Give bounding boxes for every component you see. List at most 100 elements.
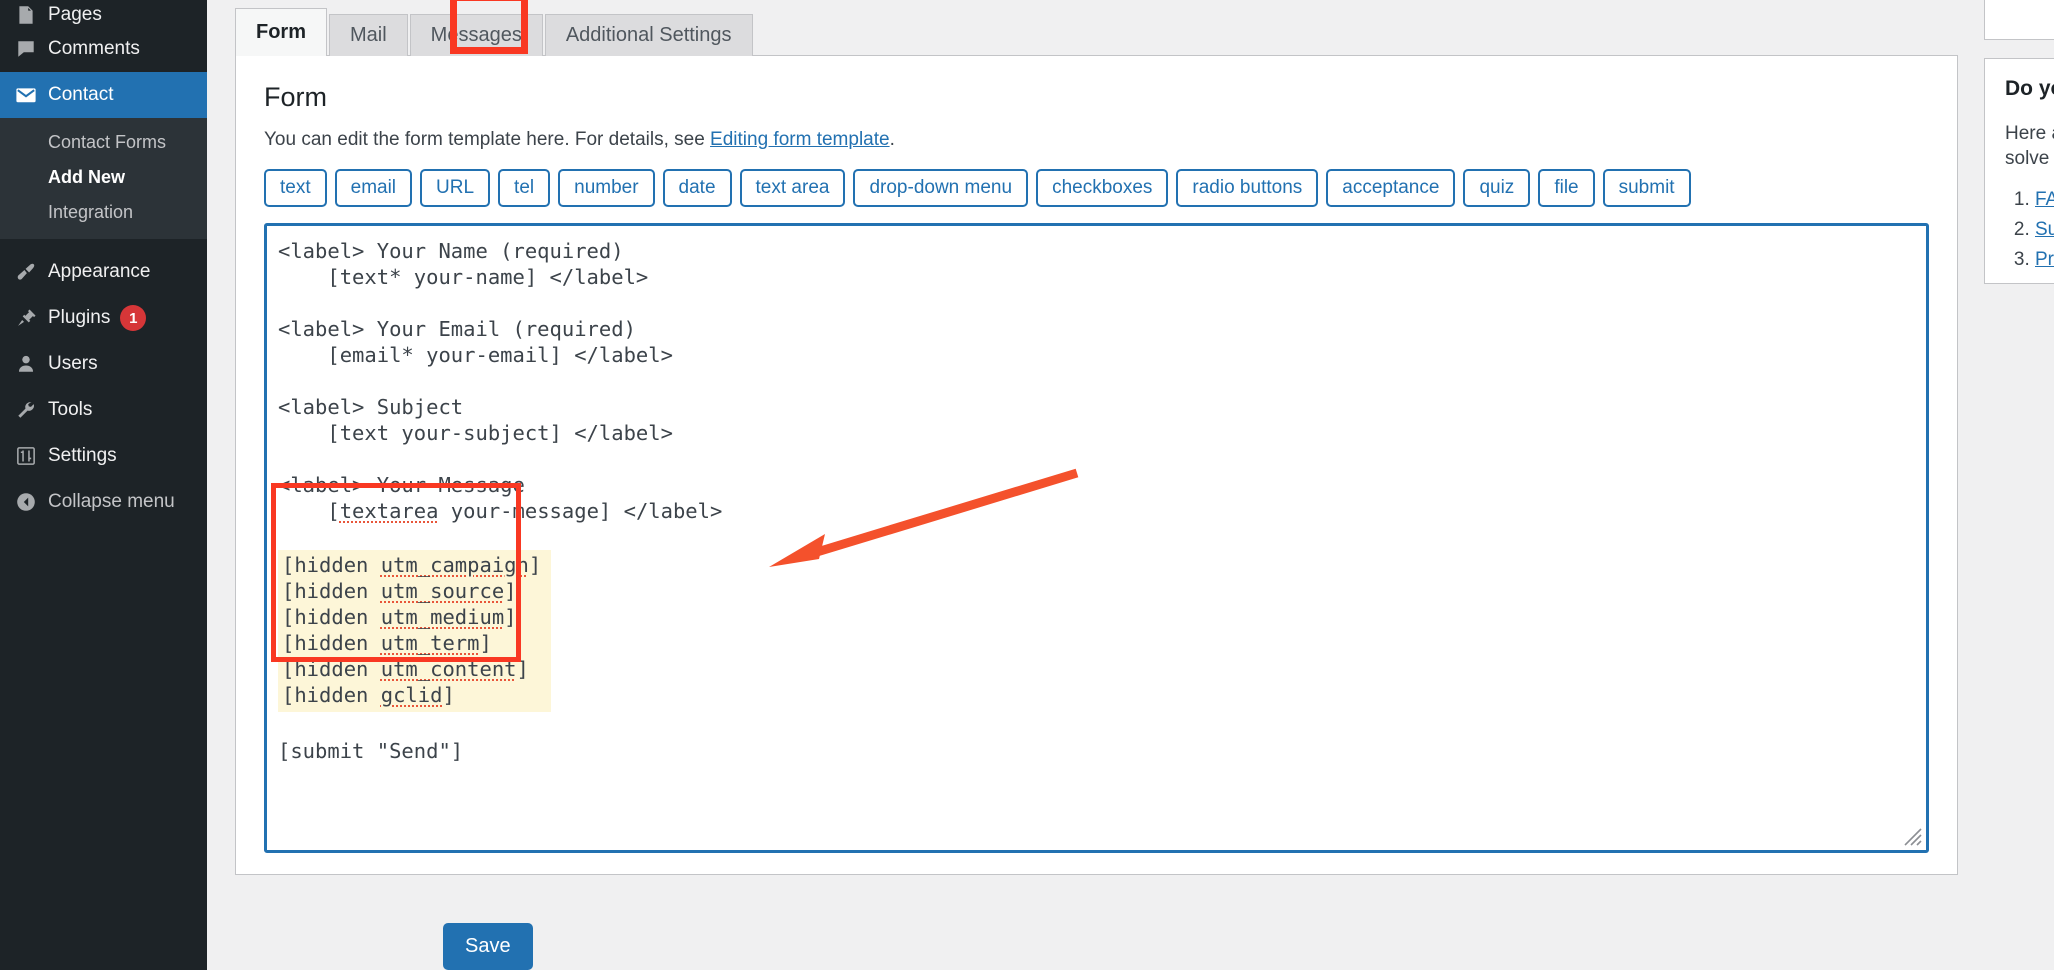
mail-icon	[4, 83, 48, 107]
comments-icon	[4, 38, 48, 60]
contact-submenu: Contact Forms Add New Integration	[0, 118, 207, 239]
sidebar-item-pages[interactable]: Pages	[0, 0, 207, 26]
code-line-part: ]	[480, 631, 492, 655]
spellcheck-word: utm_content	[381, 657, 517, 681]
tab-form[interactable]: Form	[235, 8, 327, 56]
form-description-text: You can edit the form template here. For…	[264, 129, 710, 150]
code-line-part: [hidden	[282, 605, 381, 629]
admin-sidebar: Pages Comments Contact Contact Forms Add…	[0, 0, 207, 970]
side-help-line-1: Here a	[2005, 123, 2054, 144]
sidebar-item-settings[interactable]: Settings	[0, 433, 207, 479]
sidebar-item-plugins[interactable]: Plugins 1	[0, 295, 207, 341]
sidebar-item-label: Collapse menu	[48, 491, 175, 513]
collapse-arrow-icon	[4, 491, 48, 513]
tag-button-submit[interactable]: submit	[1603, 169, 1691, 207]
form-description: You can edit the form template here. For…	[264, 129, 1929, 151]
tab-additional-settings[interactable]: Additional Settings	[545, 14, 753, 56]
sidebar-subitem-contact-forms[interactable]: Contact Forms	[0, 125, 207, 160]
tag-button-checkboxes[interactable]: checkboxes	[1036, 169, 1168, 207]
tag-button-radio-buttons[interactable]: radio buttons	[1176, 169, 1318, 207]
sidebar-item-tools[interactable]: Tools	[0, 387, 207, 433]
code-line: <label> Subject	[278, 395, 463, 419]
sidebar-item-label: Settings	[48, 445, 117, 467]
spellcheck-word: utm_term	[381, 631, 480, 655]
code-line-part: ]	[517, 657, 529, 681]
side-help-link-professional[interactable]: Pro	[2035, 249, 2054, 270]
sidebar-item-label: Tools	[48, 399, 92, 421]
code-line-part: ]	[442, 683, 454, 707]
sidebar-item-label: Users	[48, 353, 98, 375]
form-template-textarea[interactable]: <label> Your Name (required) [text* your…	[264, 223, 1929, 853]
sidebar-item-label: Comments	[48, 38, 140, 60]
settings-icon	[4, 445, 48, 467]
side-help-heading: Do you	[2005, 77, 2054, 101]
textarea-resize-handle[interactable]	[1901, 825, 1923, 847]
tag-button-quiz[interactable]: quiz	[1463, 169, 1530, 207]
form-editor-panel: Form You can edit the form template here…	[235, 55, 1958, 875]
tag-button-drop-down-menu[interactable]: drop-down menu	[853, 169, 1028, 207]
sidebar-item-appearance[interactable]: Appearance	[0, 249, 207, 295]
code-blank-line	[278, 290, 1914, 316]
list-item: FA	[2035, 185, 2054, 215]
side-help-line-2: solve y	[2005, 148, 2054, 169]
side-help-paragraph: Here a solve y	[2005, 121, 2054, 171]
side-box-top	[1984, 0, 2054, 40]
sidebar-item-contact[interactable]: Contact	[0, 72, 207, 118]
tag-button-number[interactable]: number	[558, 169, 654, 207]
user-icon	[4, 353, 48, 375]
sidebar-item-label: Pages	[48, 4, 102, 26]
sidebar-item-users[interactable]: Users	[0, 341, 207, 387]
editing-form-template-link[interactable]: Editing form template	[710, 129, 890, 150]
code-line-part: your-message] </label>	[438, 499, 722, 523]
save-button[interactable]: Save	[443, 923, 533, 970]
sidebar-item-label: Plugins	[48, 307, 110, 329]
code-blank-line	[278, 524, 1914, 550]
contact-form-tabs: Form Mail Messages Additional Settings	[235, 8, 753, 56]
code-blank-line	[278, 712, 1914, 738]
code-line: <label> Your Name (required)	[278, 239, 624, 263]
sidebar-item-label: Contact	[48, 84, 113, 106]
list-item: Su	[2035, 215, 2054, 245]
code-line-part: [hidden	[282, 631, 381, 655]
code-line-part: [hidden	[282, 579, 381, 603]
utm-hidden-fields-block: [hidden utm_campaign] [hidden utm_source…	[278, 550, 551, 712]
sidebar-collapse-menu[interactable]: Collapse menu	[0, 479, 207, 525]
code-line: [submit "Send"]	[278, 739, 463, 763]
code-blank-line	[278, 446, 1914, 472]
side-help-links: FA Su Pro	[2005, 185, 2054, 275]
tab-mail[interactable]: Mail	[329, 14, 408, 56]
tag-button-url[interactable]: URL	[420, 169, 490, 207]
tag-button-tel[interactable]: tel	[498, 169, 550, 207]
tag-button-email[interactable]: email	[335, 169, 412, 207]
sidebar-subitem-integration[interactable]: Integration	[0, 195, 207, 230]
plugins-update-badge: 1	[120, 305, 146, 331]
side-help-link-support[interactable]: Su	[2035, 219, 2054, 240]
tag-button-text[interactable]: text	[264, 169, 327, 207]
spellcheck-word: utm_source	[381, 579, 504, 603]
admin-content: Form Mail Messages Additional Settings F…	[207, 0, 2054, 970]
code-line-part: ]	[529, 553, 541, 577]
side-help-link-faq[interactable]: FA	[2035, 189, 2054, 210]
admin-screen: Pages Comments Contact Contact Forms Add…	[0, 0, 2054, 970]
sidebar-item-comments[interactable]: Comments	[0, 26, 207, 72]
pages-icon	[4, 4, 48, 26]
code-blank-line	[278, 368, 1914, 394]
sidebar-subitem-add-new[interactable]: Add New	[0, 160, 207, 195]
code-line-part: ]	[504, 579, 516, 603]
form-description-period: .	[890, 129, 895, 150]
form-template-code[interactable]: <label> Your Name (required) [text* your…	[267, 226, 1926, 776]
tag-button-file[interactable]: file	[1538, 169, 1594, 207]
list-item: Pro	[2035, 245, 2054, 275]
spellcheck-word: gclid	[381, 683, 443, 707]
tag-button-text-area[interactable]: text area	[740, 169, 846, 207]
code-line-part: [hidden	[282, 683, 381, 707]
spellcheck-word: textarea	[340, 499, 439, 523]
tab-messages[interactable]: Messages	[410, 14, 543, 56]
code-line-part: [	[278, 499, 340, 523]
code-line-part: [hidden	[282, 553, 381, 577]
tag-button-date[interactable]: date	[663, 169, 732, 207]
tag-button-acceptance[interactable]: acceptance	[1326, 169, 1455, 207]
code-line: [text* your-name] </label>	[278, 265, 648, 289]
paintbrush-icon	[4, 261, 48, 283]
sidebar-item-label: Appearance	[48, 261, 150, 283]
